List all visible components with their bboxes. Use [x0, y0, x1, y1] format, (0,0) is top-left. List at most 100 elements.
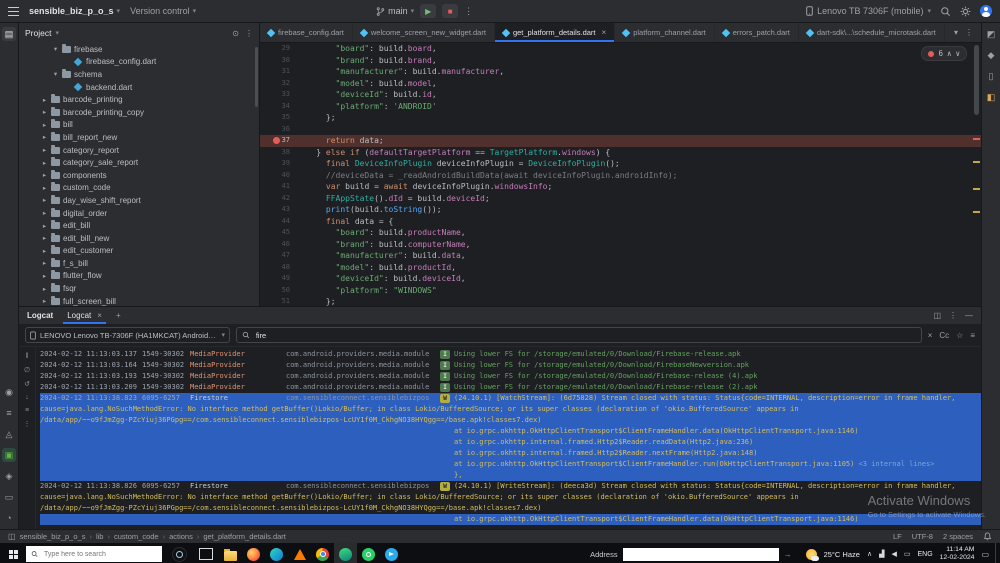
clear-search-icon[interactable]: × [928, 331, 933, 340]
address-input[interactable] [623, 548, 779, 561]
indent-indicator[interactable]: 2 spaces [943, 532, 973, 541]
prev-problem-icon[interactable]: ∧ [947, 49, 952, 58]
more-options-icon[interactable]: ⋮ [245, 29, 253, 38]
tree-item[interactable]: ▸barcode_printing_copy [19, 106, 259, 119]
next-problem-icon[interactable]: ∨ [955, 49, 960, 58]
device-selector[interactable]: Lenovo TB 7306F (mobile) ▾ [806, 6, 931, 16]
gutter[interactable]: 37 [260, 135, 297, 147]
hide-panel-icon[interactable]: — [965, 311, 973, 320]
edge-taskbar-button[interactable] [265, 543, 288, 563]
problems-icon[interactable]: ◬ [2, 427, 16, 441]
scrollbar-thumb[interactable] [974, 45, 979, 115]
tree-item[interactable]: ▸barcode_printing [19, 93, 259, 106]
user-avatar[interactable] [980, 5, 992, 17]
breadcrumb-item[interactable]: actions [169, 532, 193, 541]
encoding-indicator[interactable]: UTF-8 [912, 532, 933, 541]
file-explorer-taskbar-button[interactable] [219, 543, 242, 563]
log-continuation[interactable]: cause=java.lang.NoSuchMethodError: No in… [40, 404, 981, 415]
chevron-right-icon[interactable]: ▸ [41, 272, 48, 280]
breadcrumb-item[interactable]: sensible_biz_p_o_s [20, 532, 86, 541]
app-inspection-icon[interactable]: ◈ [2, 469, 16, 483]
gutter[interactable]: 29 [260, 43, 297, 55]
stop-button[interactable]: ■ [442, 4, 458, 18]
config-icon[interactable]: ⋮ [24, 420, 31, 428]
hidden-tabs-icon[interactable]: ▾ [954, 28, 958, 37]
log-continuation[interactable]: at io.grpc.okhttp.internal.framed.Http2$… [40, 448, 981, 459]
tree-item[interactable]: ▸f_s_bill [19, 257, 259, 270]
project-panel-title[interactable]: Project [25, 28, 51, 38]
chevron-right-icon[interactable]: ▸ [41, 285, 48, 293]
project-selector[interactable]: sensible_biz_p_o_s ▾ [29, 6, 120, 16]
tree-item[interactable]: ▾firebase [19, 43, 259, 56]
tree-item[interactable]: ▸custom_code [19, 182, 259, 195]
log-entry[interactable]: 2024-02-12 11:13:03.1931549-30302MediaPr… [40, 371, 981, 382]
match-case-icon[interactable]: Cc [939, 331, 949, 340]
inspections-widget[interactable]: 6 ∧ ∨ [921, 46, 967, 61]
chevron-right-icon[interactable]: ▸ [41, 96, 48, 104]
layout-icon[interactable]: ◫ [933, 311, 941, 320]
project-icon[interactable]: ▤ [2, 27, 16, 41]
tree-item[interactable]: ▸fsqr [19, 282, 259, 295]
weather-icon[interactable] [806, 549, 817, 560]
chrome-taskbar-button[interactable] [311, 543, 334, 563]
pause-icon[interactable]: ‖ [26, 353, 29, 360]
log-continuation[interactable]: cause=java.lang.NoSuchMethodError: No in… [40, 492, 981, 503]
gutter[interactable]: 31 [260, 66, 297, 78]
tree-item[interactable]: ▸bill [19, 119, 259, 132]
battery-icon[interactable]: ▭ [904, 550, 911, 558]
tree-item[interactable]: ▾schema [19, 68, 259, 81]
gutter[interactable]: 44 [260, 216, 297, 228]
address-go-icon[interactable]: → [784, 550, 792, 559]
filter-icon[interactable]: ≡ [970, 331, 975, 340]
gutter[interactable]: 42 [260, 193, 297, 205]
version-control-selector[interactable]: Version control ▾ [130, 6, 196, 16]
gutter[interactable]: 51 [260, 296, 297, 306]
tree-item[interactable]: backend.dart [19, 81, 259, 94]
notifications-bell-icon[interactable] [983, 532, 992, 541]
device-explorer-icon[interactable]: ◧ [984, 90, 998, 104]
chevron-down-icon[interactable]: ▾ [52, 45, 59, 53]
tree-scrollbar[interactable] [255, 47, 258, 107]
gutter[interactable]: 32 [260, 78, 297, 90]
tree-item[interactable]: ▸components [19, 169, 259, 182]
vlc-taskbar-button[interactable] [288, 543, 311, 563]
weather-text[interactable]: 25°C Haze [824, 550, 860, 559]
tree-item[interactable]: ▸edit_customer [19, 245, 259, 258]
more-options-icon[interactable]: ⋮ [949, 311, 957, 320]
log-continuation[interactable]: at io.grpc.okhttp.OkHttpClientTransport$… [40, 426, 981, 437]
editor-tab[interactable]: errors_patch.dart [715, 23, 799, 42]
gutter[interactable]: 45 [260, 227, 297, 239]
breadcrumb-item[interactable]: get_platform_details.dart [203, 532, 286, 541]
tree-item[interactable]: ▸flutter_flow [19, 270, 259, 283]
gutter[interactable]: 33 [260, 89, 297, 101]
search-icon[interactable] [940, 6, 951, 17]
volume-icon[interactable]: ◀ [891, 550, 896, 558]
start-button[interactable] [0, 543, 26, 563]
chevron-right-icon[interactable]: ▸ [41, 297, 48, 305]
taskbar-search-box[interactable] [26, 546, 162, 562]
clear-logcat-icon[interactable]: ∅ [24, 366, 30, 374]
gutter[interactable]: 43 [260, 204, 297, 216]
tree-item[interactable]: ▸edit_bill [19, 219, 259, 232]
chevron-right-icon[interactable]: ▸ [41, 146, 48, 154]
log-entry[interactable]: 2024-02-12 11:13:03.1641549-30302MediaPr… [40, 360, 981, 371]
log-entry[interactable]: 2024-02-12 11:13:03.2091549-30302MediaPr… [40, 382, 981, 393]
log-continuation[interactable]: }, [40, 470, 981, 481]
taskbar-clock[interactable]: 11:14 AM 12-02-2024 [940, 546, 975, 562]
language-indicator[interactable]: ENG [917, 551, 932, 558]
line-ending-indicator[interactable]: LF [893, 532, 902, 541]
chevron-right-icon[interactable]: ▸ [41, 209, 48, 217]
chevron-right-icon[interactable]: ▸ [41, 184, 48, 192]
logcat-panel-title[interactable]: Logcat [27, 311, 53, 320]
logcat-tab[interactable]: Logcat × [63, 307, 106, 324]
main-menu-icon[interactable] [8, 7, 19, 16]
chevron-right-icon[interactable]: ▸ [41, 108, 48, 116]
editor-scrollbar[interactable] [972, 43, 981, 306]
restart-icon[interactable]: ↺ [24, 380, 30, 388]
settings-gear-icon[interactable] [960, 6, 971, 17]
chevron-right-icon[interactable]: ▸ [41, 247, 48, 255]
commit-icon[interactable]: ◉ [2, 385, 16, 399]
structure-icon[interactable]: ≡ [2, 406, 16, 420]
chevron-right-icon[interactable]: ▸ [41, 234, 48, 242]
cortana-icon[interactable] [172, 547, 187, 562]
